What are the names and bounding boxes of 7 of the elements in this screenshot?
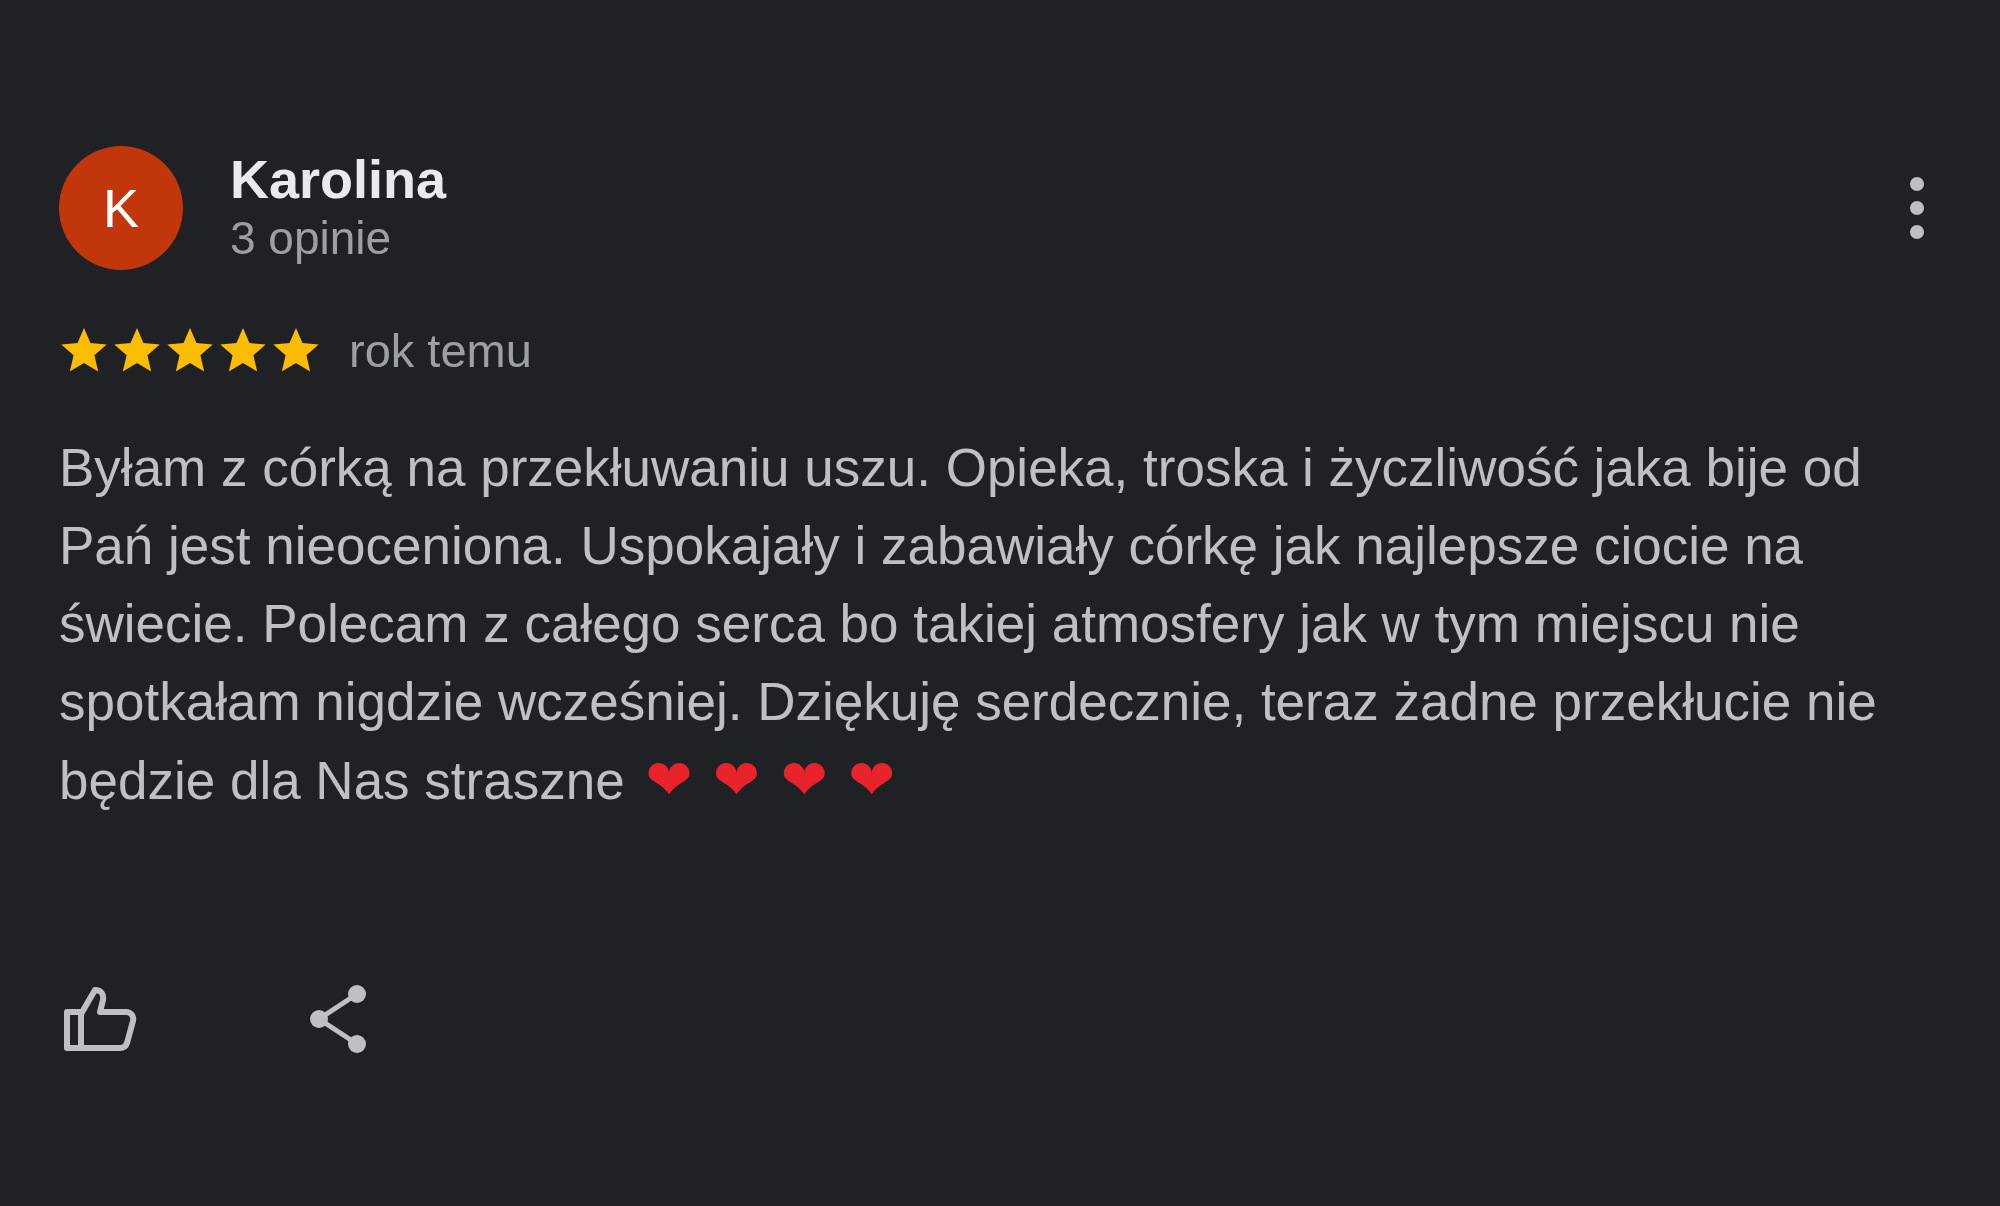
more-options-icon[interactable] <box>1909 176 1925 240</box>
avatar: K <box>59 146 183 270</box>
author-name[interactable]: Karolina <box>230 149 447 209</box>
review-count: 3 opinie <box>230 211 393 266</box>
review-text: Byłam z córką na przekłuwaniu uszu. Opieka, troska i życzliwość jaka bije od Pań jest nieoceniona. Uspokajały i zabawiały córkę jak najlepsze ciocie na świecie. Polecam z całego serca bo takiej atmosfery jak w tym miejscu nie spotkałam nigdzie wcześniej. Dziękuję serdecznie, teraz żadne przekłucie nie będzie dla Nas straszne ❤ ❤ ❤ ❤ <box>59 436 1878 814</box>
review-time: rok temu <box>349 323 532 379</box>
thumbs-up-icon[interactable] <box>63 985 137 1052</box>
